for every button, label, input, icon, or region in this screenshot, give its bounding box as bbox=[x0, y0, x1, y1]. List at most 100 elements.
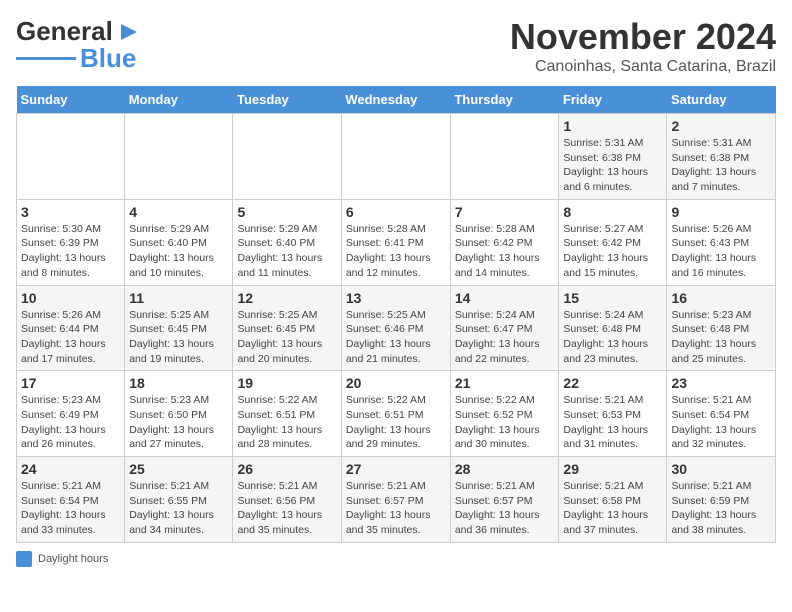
day-number: 19 bbox=[237, 375, 336, 391]
day-number: 18 bbox=[129, 375, 228, 391]
day-info: Sunrise: 5:22 AM Sunset: 6:51 PM Dayligh… bbox=[346, 393, 446, 452]
day-number: 14 bbox=[455, 290, 555, 306]
day-info: Sunrise: 5:28 AM Sunset: 6:41 PM Dayligh… bbox=[346, 222, 446, 281]
logo-arrow-icon bbox=[115, 18, 143, 46]
day-info: Sunrise: 5:21 AM Sunset: 6:54 PM Dayligh… bbox=[21, 479, 120, 538]
day-number: 3 bbox=[21, 204, 120, 220]
day-info: Sunrise: 5:29 AM Sunset: 6:40 PM Dayligh… bbox=[237, 222, 336, 281]
day-cell: 9Sunrise: 5:26 AM Sunset: 6:43 PM Daylig… bbox=[667, 199, 776, 285]
day-info: Sunrise: 5:27 AM Sunset: 6:42 PM Dayligh… bbox=[563, 222, 662, 281]
week-row-1: 1 Sunrise: 5:31 AM Sunset: 6:38 PM Daylig… bbox=[17, 114, 776, 200]
header-cell-friday: Friday bbox=[559, 86, 667, 114]
day-number: 6 bbox=[346, 204, 446, 220]
day-cell: 25 Sunrise: 5:21 AM Sunset: 6:55 PM Dayli… bbox=[125, 457, 233, 543]
header-cell-saturday: Saturday bbox=[667, 86, 776, 114]
day-number: 4 bbox=[129, 204, 228, 220]
day-number: 8 bbox=[563, 204, 662, 220]
day-info: Sunrise: 5:25 AM Sunset: 6:45 PM Dayligh… bbox=[237, 308, 336, 367]
day-info: Sunrise: 5:31 AM Sunset: 6:38 PM Dayligh… bbox=[563, 136, 662, 195]
week-row-5: 24 Sunrise: 5:21 AM Sunset: 6:54 PM Dayli… bbox=[17, 457, 776, 543]
day-info: Sunrise: 5:21 AM Sunset: 6:57 PM Dayligh… bbox=[455, 479, 555, 538]
day-cell: 20Sunrise: 5:22 AM Sunset: 6:51 PM Dayli… bbox=[341, 371, 450, 457]
day-number: 12 bbox=[237, 290, 336, 306]
day-cell: 11Sunrise: 5:25 AM Sunset: 6:45 PM Dayli… bbox=[125, 285, 233, 371]
day-number: 17 bbox=[21, 375, 120, 391]
day-info: Sunrise: 5:22 AM Sunset: 6:52 PM Dayligh… bbox=[455, 393, 555, 452]
day-info: Sunrise: 5:24 AM Sunset: 6:47 PM Dayligh… bbox=[455, 308, 555, 367]
legend: Daylight hours bbox=[16, 551, 776, 567]
day-number: 28 bbox=[455, 461, 555, 477]
day-number: 24 bbox=[21, 461, 120, 477]
day-number: 22 bbox=[563, 375, 662, 391]
day-cell: 26 Sunrise: 5:21 AM Sunset: 6:56 PM Dayli… bbox=[233, 457, 341, 543]
day-info: Sunrise: 5:21 AM Sunset: 6:56 PM Dayligh… bbox=[237, 479, 336, 538]
day-number: 23 bbox=[671, 375, 771, 391]
day-number: 13 bbox=[346, 290, 446, 306]
month-title: November 2024 bbox=[510, 16, 776, 58]
day-cell: 5 Sunrise: 5:29 AM Sunset: 6:40 PM Daylig… bbox=[233, 199, 341, 285]
day-cell: 29Sunrise: 5:21 AM Sunset: 6:58 PM Dayli… bbox=[559, 457, 667, 543]
day-info: Sunrise: 5:24 AM Sunset: 6:48 PM Dayligh… bbox=[563, 308, 662, 367]
day-number: 21 bbox=[455, 375, 555, 391]
day-info: Sunrise: 5:21 AM Sunset: 6:55 PM Dayligh… bbox=[129, 479, 228, 538]
day-number: 25 bbox=[129, 461, 228, 477]
day-cell: 18 Sunrise: 5:23 AM Sunset: 6:50 PM Dayli… bbox=[125, 371, 233, 457]
day-cell: 15 Sunrise: 5:24 AM Sunset: 6:48 PM Dayli… bbox=[559, 285, 667, 371]
day-cell bbox=[233, 114, 341, 200]
day-cell: 30 Sunrise: 5:21 AM Sunset: 6:59 PM Dayli… bbox=[667, 457, 776, 543]
day-info: Sunrise: 5:21 AM Sunset: 6:57 PM Dayligh… bbox=[346, 479, 446, 538]
day-cell: 8 Sunrise: 5:27 AM Sunset: 6:42 PM Daylig… bbox=[559, 199, 667, 285]
day-info: Sunrise: 5:22 AM Sunset: 6:51 PM Dayligh… bbox=[237, 393, 336, 452]
day-cell: 21 Sunrise: 5:22 AM Sunset: 6:52 PM Dayli… bbox=[450, 371, 559, 457]
day-cell: 23 Sunrise: 5:21 AM Sunset: 6:54 PM Dayli… bbox=[667, 371, 776, 457]
day-cell: 24 Sunrise: 5:21 AM Sunset: 6:54 PM Dayli… bbox=[17, 457, 125, 543]
day-cell: 14 Sunrise: 5:24 AM Sunset: 6:47 PM Dayli… bbox=[450, 285, 559, 371]
day-info: Sunrise: 5:28 AM Sunset: 6:42 PM Dayligh… bbox=[455, 222, 555, 281]
day-info: Sunrise: 5:21 AM Sunset: 6:59 PM Dayligh… bbox=[671, 479, 771, 538]
day-info: Sunrise: 5:25 AM Sunset: 6:46 PM Dayligh… bbox=[346, 308, 446, 367]
calendar-table: SundayMondayTuesdayWednesdayThursdayFrid… bbox=[16, 86, 776, 543]
day-cell bbox=[125, 114, 233, 200]
day-cell: 13 Sunrise: 5:25 AM Sunset: 6:46 PM Dayli… bbox=[341, 285, 450, 371]
day-cell: 6 Sunrise: 5:28 AM Sunset: 6:41 PM Daylig… bbox=[341, 199, 450, 285]
day-info: Sunrise: 5:23 AM Sunset: 6:49 PM Dayligh… bbox=[21, 393, 120, 452]
day-number: 15 bbox=[563, 290, 662, 306]
day-cell bbox=[17, 114, 125, 200]
day-info: Sunrise: 5:23 AM Sunset: 6:50 PM Dayligh… bbox=[129, 393, 228, 452]
legend-color-box bbox=[16, 551, 32, 567]
day-cell: 27Sunrise: 5:21 AM Sunset: 6:57 PM Dayli… bbox=[341, 457, 450, 543]
day-info: Sunrise: 5:21 AM Sunset: 6:54 PM Dayligh… bbox=[671, 393, 771, 452]
logo: General Blue bbox=[16, 16, 143, 74]
header-cell-thursday: Thursday bbox=[450, 86, 559, 114]
day-cell bbox=[341, 114, 450, 200]
day-info: Sunrise: 5:29 AM Sunset: 6:40 PM Dayligh… bbox=[129, 222, 228, 281]
logo-blue: Blue bbox=[80, 43, 136, 74]
day-info: Sunrise: 5:26 AM Sunset: 6:44 PM Dayligh… bbox=[21, 308, 120, 367]
day-info: Sunrise: 5:21 AM Sunset: 6:58 PM Dayligh… bbox=[563, 479, 662, 538]
header-row: SundayMondayTuesdayWednesdayThursdayFrid… bbox=[17, 86, 776, 114]
day-cell: 7 Sunrise: 5:28 AM Sunset: 6:42 PM Daylig… bbox=[450, 199, 559, 285]
day-number: 5 bbox=[237, 204, 336, 220]
day-number: 1 bbox=[563, 118, 662, 134]
day-number: 30 bbox=[671, 461, 771, 477]
day-number: 11 bbox=[129, 290, 228, 306]
week-row-2: 3 Sunrise: 5:30 AM Sunset: 6:39 PM Daylig… bbox=[17, 199, 776, 285]
legend-label: Daylight hours bbox=[38, 553, 108, 565]
header-cell-monday: Monday bbox=[125, 86, 233, 114]
location: Canoinhas, Santa Catarina, Brazil bbox=[510, 58, 776, 76]
day-cell: 28 Sunrise: 5:21 AM Sunset: 6:57 PM Dayli… bbox=[450, 457, 559, 543]
logo-blue-bar bbox=[16, 57, 76, 60]
day-cell: 1 Sunrise: 5:31 AM Sunset: 6:38 PM Daylig… bbox=[559, 114, 667, 200]
day-number: 2 bbox=[671, 118, 771, 134]
week-row-3: 10Sunrise: 5:26 AM Sunset: 6:44 PM Dayli… bbox=[17, 285, 776, 371]
day-cell: 16Sunrise: 5:23 AM Sunset: 6:48 PM Dayli… bbox=[667, 285, 776, 371]
header-cell-wednesday: Wednesday bbox=[341, 86, 450, 114]
day-number: 7 bbox=[455, 204, 555, 220]
day-number: 26 bbox=[237, 461, 336, 477]
day-cell bbox=[450, 114, 559, 200]
page-header: General Blue November 2024 Canoinhas, Sa… bbox=[16, 16, 776, 76]
day-info: Sunrise: 5:30 AM Sunset: 6:39 PM Dayligh… bbox=[21, 222, 120, 281]
day-cell: 22Sunrise: 5:21 AM Sunset: 6:53 PM Dayli… bbox=[559, 371, 667, 457]
day-cell: 10Sunrise: 5:26 AM Sunset: 6:44 PM Dayli… bbox=[17, 285, 125, 371]
day-number: 16 bbox=[671, 290, 771, 306]
